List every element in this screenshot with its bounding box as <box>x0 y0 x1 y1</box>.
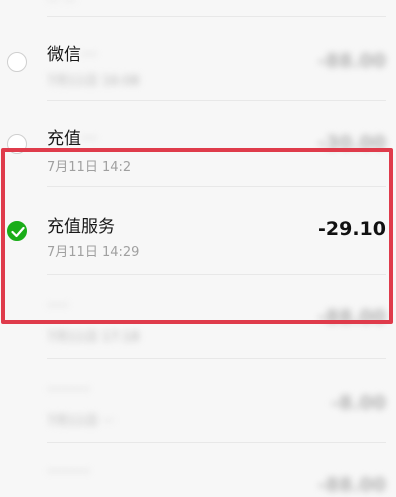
row-divider <box>47 274 386 275</box>
transaction-title: ········ <box>47 380 91 400</box>
transaction-amount: -88.00 <box>318 474 386 496</box>
row-divider <box>47 100 386 101</box>
list-item-selected[interactable]: 充值服务 7月11日 14:29 -29.10 <box>0 190 396 275</box>
list-item[interactable]: ········ -88.00 <box>0 448 396 497</box>
list-item-partial[interactable]: ··· ··· <box>0 0 396 20</box>
transaction-time: 7月11日 14:2 <box>47 160 132 175</box>
row-divider <box>47 358 386 359</box>
row-divider <box>47 16 386 17</box>
transaction-list: ··· ··· 微信··· 7月11日 16:08 -88.00 充值··· 7… <box>0 0 396 497</box>
checkmark-icon <box>11 226 25 238</box>
transaction-time: 7月11日 ··· <box>47 414 115 429</box>
transaction-title: 充值··· <box>47 129 98 149</box>
transaction-time: ··· ··· <box>47 0 76 9</box>
list-item[interactable]: 充值··· 7月11日 14:2 -30.00 <box>0 104 396 187</box>
select-radio-checked[interactable] <box>7 221 27 241</box>
transaction-title: 微信··· <box>47 45 98 65</box>
transaction-amount: -88.00 <box>318 306 386 328</box>
transaction-title: ········ <box>47 462 91 482</box>
transaction-amount: -30.00 <box>318 132 386 154</box>
transaction-amount: -88.00 <box>318 50 386 72</box>
transaction-time: 7月11日 14:29 <box>47 245 140 260</box>
select-radio[interactable] <box>7 134 27 154</box>
transaction-time: 7月11日 16:08 <box>47 74 140 89</box>
transaction-amount: -8.00 <box>331 392 386 414</box>
row-divider <box>47 186 386 187</box>
row-divider <box>47 442 386 443</box>
list-item[interactable]: ···· 7月11日 17:18 -88.00 <box>0 278 396 359</box>
list-item[interactable]: ········ 7月11日 ··· -8.00 <box>0 362 396 443</box>
transaction-title: 充值服务 <box>47 217 115 237</box>
select-radio[interactable] <box>7 52 27 72</box>
transaction-time: 7月11日 17:18 <box>47 330 140 345</box>
transaction-amount: -29.10 <box>318 218 386 240</box>
list-item[interactable]: 微信··· 7月11日 16:08 -88.00 <box>0 22 396 102</box>
transaction-title: ···· <box>47 296 69 316</box>
